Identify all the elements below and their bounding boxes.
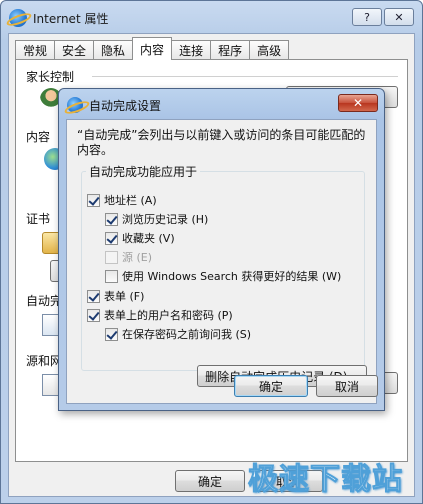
- feeds-option: 源 (E): [105, 249, 152, 265]
- feeds-label: 源 (E): [122, 251, 153, 264]
- favorites-label: 收藏夹 (V): [122, 232, 175, 245]
- windows-search-label: 使用 Windows Search 获得更好的结果 (W): [122, 270, 342, 283]
- usernames-passwords-checkbox[interactable]: [87, 308, 100, 322]
- address-bar-label: 地址栏 (A): [104, 194, 157, 207]
- site-watermark: 极速下载站: [248, 462, 403, 498]
- caption-buttons: ? ✕: [352, 8, 414, 26]
- autocomplete-heading: 自动完: [26, 294, 63, 308]
- ok-button[interactable]: 确定: [175, 470, 245, 492]
- window-title: Internet 属性: [33, 11, 109, 26]
- dialog-description: “自动完成”会列出与以前键入或访问的条目可能匹配的内容。: [77, 128, 366, 157]
- forms-label: 表单 (F): [104, 290, 145, 303]
- help-button[interactable]: ?: [352, 8, 382, 26]
- content-advisor-heading: 内容: [26, 130, 51, 144]
- tab-programs[interactable]: 程序: [210, 40, 251, 60]
- forms-option[interactable]: 表单 (F): [87, 288, 144, 304]
- address-bar-option[interactable]: 地址栏 (A): [87, 192, 157, 208]
- ask-before-save-checkbox[interactable]: [105, 327, 118, 341]
- certificates-heading: 证书: [26, 212, 51, 226]
- forms-checkbox[interactable]: [87, 289, 100, 303]
- tab-security[interactable]: 安全: [54, 40, 95, 60]
- windows-search-option[interactable]: 使用 Windows Search 获得更好的结果 (W): [105, 268, 341, 284]
- favorites-option[interactable]: 收藏夹 (V): [105, 230, 175, 246]
- dialog-body: “自动完成”会列出与以前键入或访问的条目可能匹配的内容。 自动完成功能应用于 地…: [66, 119, 377, 404]
- windows-search-checkbox[interactable]: [105, 269, 118, 283]
- internet-explorer-icon: [67, 97, 83, 113]
- ask-before-save-option[interactable]: 在保存密码之前询问我 (S): [105, 326, 251, 342]
- tab-advanced[interactable]: 高级: [249, 40, 290, 60]
- dialog-title: 自动完成设置: [89, 98, 162, 113]
- dialog-titlebar: 自动完成设置: [67, 96, 161, 114]
- feeds-checkbox: [105, 250, 118, 264]
- tab-privacy[interactable]: 隐私: [93, 40, 134, 60]
- parental-controls-heading: 家长控制: [26, 70, 75, 84]
- tab-general[interactable]: 常规: [15, 40, 56, 60]
- address-bar-checkbox[interactable]: [87, 193, 100, 207]
- section-divider: [92, 76, 398, 77]
- browsing-history-checkbox[interactable]: [105, 212, 118, 226]
- usernames-passwords-option[interactable]: 表单上的用户名和密码 (P): [87, 307, 233, 323]
- favorites-checkbox[interactable]: [105, 231, 118, 245]
- feeds-heading: 源和网: [26, 354, 63, 368]
- internet-explorer-icon: [9, 9, 27, 27]
- dialog-close-button[interactable]: ✕: [338, 94, 378, 112]
- ask-before-save-label: 在保存密码之前询问我 (S): [122, 328, 252, 341]
- tab-connections[interactable]: 连接: [171, 40, 212, 60]
- tab-content[interactable]: 内容: [132, 37, 173, 60]
- browsing-history-label: 浏览历史记录 (H): [122, 213, 209, 226]
- autocomplete-settings-dialog: 自动完成设置 ✕ “自动完成”会列出与以前键入或访问的条目可能匹配的内容。 自动…: [58, 88, 385, 411]
- browsing-history-option[interactable]: 浏览历史记录 (H): [105, 211, 208, 227]
- dialog-ok-button[interactable]: 确定: [234, 375, 308, 397]
- close-button[interactable]: ✕: [384, 8, 414, 26]
- tab-strip: 常规 安全 隐私 内容 连接 程序 高级: [15, 37, 290, 60]
- group-label: 自动完成功能应用于: [86, 163, 201, 180]
- window-titlebar: Internet 属性: [9, 8, 108, 28]
- usernames-passwords-label: 表单上的用户名和密码 (P): [104, 309, 233, 322]
- dialog-cancel-button[interactable]: 取消: [316, 375, 378, 397]
